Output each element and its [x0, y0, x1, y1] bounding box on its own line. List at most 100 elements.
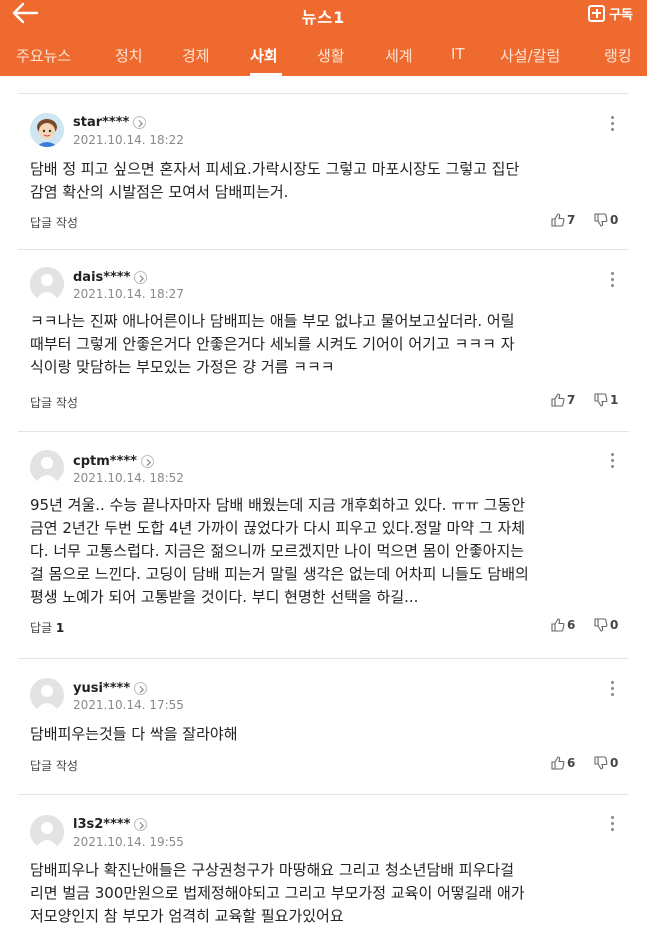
chevron-right-icon: [134, 271, 148, 284]
comment-line: 걸 몸으로 느낀다. 고딩이 담배 피는거 말릴 생각은 없는데 어차피 니들도…: [30, 565, 529, 583]
avatar[interactable]: [30, 113, 64, 147]
comment-username[interactable]: star****: [73, 115, 147, 130]
comment-item: star**** 2021.10.14. 18:22 담배 정 피고 싶으면 혼…: [0, 94, 647, 249]
more-options-icon[interactable]: [608, 115, 618, 133]
more-options-icon[interactable]: [608, 452, 618, 470]
dislike-button[interactable]: 0: [594, 618, 618, 632]
comment-line: 담배피우나 확진난애들은 구상권청구가 마땅해요 그리고 청소년담배 피우다걸: [30, 861, 515, 879]
comment-line: ㅋㅋ나는 진짜 애나어른이나 담배피는 애들 부모 없냐고 물어보고싶더라. 어…: [30, 312, 515, 330]
comment-date: 2021.10.14. 18:27: [73, 287, 184, 301]
more-options-icon[interactable]: [608, 815, 618, 833]
top-bar: 뉴스1 구독: [0, 0, 647, 28]
reply-label: 답글 작성: [30, 396, 78, 410]
dislike-button[interactable]: 0: [594, 756, 618, 770]
reply-label: 답글 작성: [30, 759, 78, 773]
dislike-count: 0: [610, 756, 619, 770]
tab-living[interactable]: 생활: [317, 45, 345, 66]
reply-button[interactable]: 답글 1: [30, 619, 64, 636]
username-text: l3s2****: [73, 817, 131, 832]
comment-item: cptm**** 2021.10.14. 18:52 95년 겨울.. 수능 끝…: [0, 432, 647, 658]
like-count: 7: [567, 393, 576, 407]
comment-username[interactable]: l3s2****: [73, 817, 148, 832]
tab-main-news[interactable]: 주요뉴스: [16, 45, 71, 66]
comment-text: 95년 겨울.. 수능 끝나자마자 담배 배웠는데 지금 개후회하고 있다. ㅠ…: [30, 494, 626, 609]
comment-line: 평생 노예가 되어 고통받을 것이다. 부디 현명한 선택을 하길...: [30, 588, 419, 606]
comment-date: 2021.10.14. 19:55: [73, 835, 184, 849]
reply-button[interactable]: 답글 작성: [30, 394, 78, 411]
tab-editorial[interactable]: 사설/칼럼: [500, 45, 560, 66]
avatar[interactable]: [30, 450, 64, 484]
reply-label: 답글 작성: [30, 216, 78, 230]
avatar[interactable]: [30, 267, 64, 301]
reply-label: 답글: [30, 621, 53, 635]
comment-line: 식이랑 맞담하는 부모있는 가정은 걍 거름 ㅋㅋㅋ: [30, 358, 335, 376]
thumbs-up-icon: [551, 393, 565, 407]
comment-username[interactable]: cptm****: [73, 454, 154, 469]
dislike-button[interactable]: 0: [594, 213, 618, 227]
thumbs-down-icon: [594, 393, 608, 407]
subscribe-button[interactable]: 구독: [588, 3, 633, 23]
chevron-right-icon: [134, 682, 148, 695]
thumbs-up-icon: [551, 756, 565, 770]
comment-username[interactable]: yusi****: [73, 681, 148, 696]
more-options-icon[interactable]: [608, 271, 618, 289]
category-tabs: 주요뉴스 정치 경제 사회 생활 세계 IT 사설/칼럼 랭킹: [0, 28, 647, 76]
chevron-right-icon: [134, 818, 148, 831]
subscribe-label: 구독: [609, 7, 633, 23]
comment-text: 담배피우나 확진난애들은 구상권청구가 마땅해요 그리고 청소년담배 피우다걸 …: [30, 859, 626, 928]
comment-item: dais**** 2021.10.14. 18:27 ㅋㅋ나는 진짜 애나어른이…: [0, 250, 647, 431]
thumbs-down-icon: [594, 756, 608, 770]
like-count: 6: [567, 618, 576, 632]
like-count: 6: [567, 756, 576, 770]
more-options-icon[interactable]: [608, 680, 618, 698]
comment-date: 2021.10.14. 18:22: [73, 133, 184, 147]
username-text: yusi****: [73, 681, 131, 696]
tab-economy[interactable]: 경제: [182, 45, 210, 66]
like-button[interactable]: 6: [551, 756, 575, 770]
like-button[interactable]: 6: [551, 618, 575, 632]
app-title[interactable]: 뉴스1: [0, 4, 647, 28]
dislike-count: 0: [610, 213, 619, 227]
thumbs-up-icon: [551, 213, 565, 227]
like-button[interactable]: 7: [551, 213, 575, 227]
dislike-count: 1: [610, 393, 619, 407]
comment-date: 2021.10.14. 17:55: [73, 698, 184, 712]
username-text: star****: [73, 115, 130, 130]
reply-count: 1: [55, 621, 65, 635]
comment-line: 담배피우는것들 다 싹을 잘라야해: [30, 725, 238, 743]
reply-button[interactable]: 답글 작성: [30, 757, 78, 774]
like-button[interactable]: 7: [551, 393, 575, 407]
thumbs-down-icon: [594, 213, 608, 227]
comment-item: l3s2**** 2021.10.14. 19:55 담배피우나 확진난애들은 …: [0, 795, 647, 945]
default-avatar-icon: [30, 815, 64, 849]
comment-line: 리면 벌금 300만원으로 법제정해야되고 그리고 부모가정 교육이 어떻길래 …: [30, 884, 525, 902]
comment-line: 감염 확산의 시발점은 모여서 담배피는거.: [30, 183, 289, 201]
comment-line: 저모양인지 참 부모가 엄격히 교육할 필요가있어요: [30, 907, 344, 925]
chevron-right-icon: [140, 455, 154, 468]
comment-line: 금연 2년간 두번 도합 4년 가까이 끊었다가 다시 피우고 있다.정말 마약…: [30, 519, 526, 537]
avatar[interactable]: [30, 815, 64, 849]
comment-line: 담배 정 피고 싶으면 혼자서 피세요.가락시장도 그렇고 마포시장도 그렇고 …: [30, 160, 520, 178]
tab-it[interactable]: IT: [451, 45, 465, 63]
comment-text: ㅋㅋ나는 진짜 애나어른이나 담배피는 애들 부모 없냐고 물어보고싶더라. 어…: [30, 310, 626, 379]
comment-line: 다. 너무 고통스럽다. 지금은 젊으니까 모르겠지만 나이 먹으면 몸이 안좋…: [30, 542, 525, 560]
comment-username[interactable]: dais****: [73, 270, 148, 285]
like-count: 7: [567, 213, 576, 227]
comment-date: 2021.10.14. 18:52: [73, 471, 184, 485]
tab-society[interactable]: 사회: [250, 45, 278, 66]
default-avatar-icon: [30, 267, 64, 301]
username-text: dais****: [73, 270, 131, 285]
tab-world[interactable]: 세계: [385, 45, 413, 66]
reply-button[interactable]: 답글 작성: [30, 214, 78, 231]
tab-ranking[interactable]: 랭킹: [604, 45, 632, 66]
comment-item: yusi**** 2021.10.14. 17:55 담배피우는것들 다 싹을 …: [0, 659, 647, 794]
comment-line: 때부터 그렇게 안좋은거다 안좋은거다 세뇌를 시켜도 기어이 어기고 ㅋㅋㅋ …: [30, 335, 515, 353]
comment-text: 담배피우는것들 다 싹을 잘라야해: [30, 723, 626, 746]
dislike-count: 0: [610, 618, 619, 632]
tab-politics[interactable]: 정치: [115, 45, 143, 66]
avatar[interactable]: [30, 678, 64, 712]
plus-square-icon: [588, 4, 606, 22]
comment-line: 95년 겨울.. 수능 끝나자마자 담배 배웠는데 지금 개후회하고 있다. ㅠ…: [30, 496, 526, 514]
default-avatar-icon: [30, 678, 64, 712]
dislike-button[interactable]: 1: [594, 393, 618, 407]
